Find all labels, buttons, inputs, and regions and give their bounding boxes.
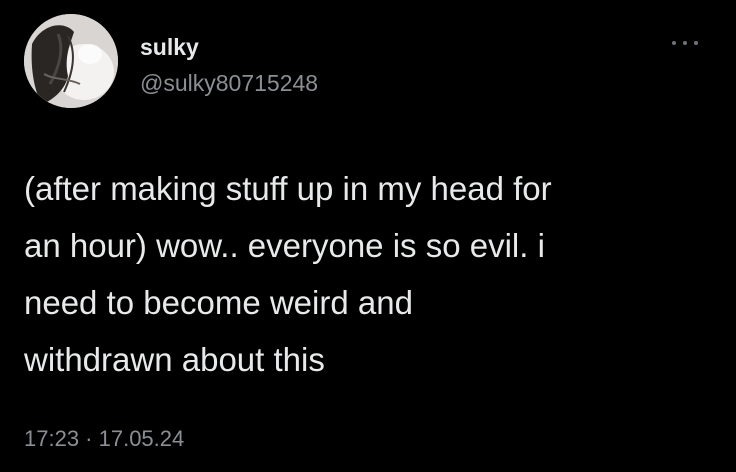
tweet-text-line: an hour) wow.. everyone is so evil. i (24, 227, 545, 264)
display-name[interactable]: sulky (140, 36, 199, 59)
tweet-card: sulky @sulky80715248 (after making stuff… (0, 0, 736, 472)
tweet-timestamp[interactable]: 17:23 · 17.05.24 (24, 428, 184, 450)
more-dot (672, 41, 676, 45)
more-dot (694, 41, 698, 45)
profile-photo-icon (24, 14, 118, 108)
more-dot (683, 41, 687, 45)
tweet-text: (after making stuff up in my head for an… (24, 160, 724, 388)
user-handle[interactable]: @sulky80715248 (140, 72, 318, 95)
tweet-text-line: (after making stuff up in my head for (24, 170, 552, 207)
tweet-text-line: withdrawn about this (24, 341, 325, 378)
tweet-text-line: need to become weird and (24, 284, 413, 321)
more-options-icon[interactable] (672, 38, 698, 48)
avatar[interactable] (24, 14, 118, 108)
